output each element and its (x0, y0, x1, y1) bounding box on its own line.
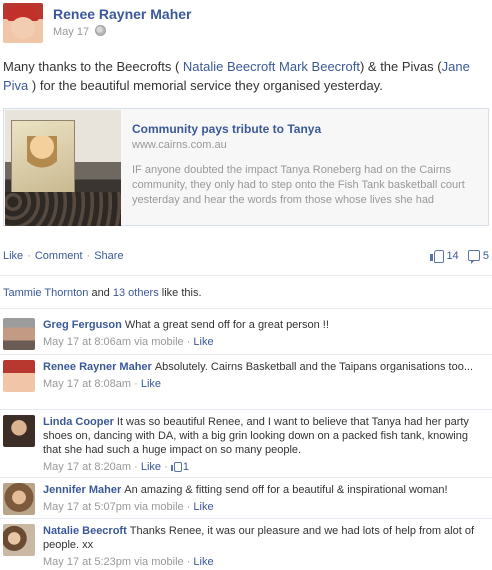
divider (0, 477, 492, 478)
comment-like-count[interactable]: 1 (170, 461, 189, 473)
comment-timestamp[interactable]: May 17 at 5:07pm via mobile (43, 501, 184, 513)
divider (0, 518, 492, 519)
comment-meta: May 17 at 5:23pm via mobile · Like (43, 556, 214, 568)
commenter-name-link[interactable]: Linda Cooper (43, 416, 114, 428)
share-button[interactable]: Share (94, 250, 123, 262)
comment-like-button[interactable]: Like (193, 501, 213, 513)
commenter-name-link[interactable]: Jennifer Maher (43, 484, 121, 496)
comment-timestamp[interactable]: May 17 at 8:20am (43, 461, 131, 473)
thumbs-up-icon (430, 249, 445, 263)
link-preview-domain: www.cairns.com.au (132, 139, 227, 151)
liker-name-link[interactable]: Tammie Thornton (3, 287, 88, 299)
divider (0, 409, 492, 410)
commenter-avatar[interactable] (3, 483, 35, 515)
commenter-name-link[interactable]: Natalie Beecroft (43, 525, 127, 537)
like-button[interactable]: Like (3, 250, 23, 262)
message-text-prefix: Many thanks to the Beecrofts ( (3, 59, 183, 74)
comment-like-button[interactable]: Like (141, 461, 161, 473)
comment-like-button[interactable]: Like (193, 556, 213, 568)
commenter-avatar[interactable] (3, 318, 35, 350)
comment-text: What a great send off for a great person… (124, 319, 329, 331)
story-message: Many thanks to the Beecrofts ( Natalie B… (3, 57, 483, 95)
link-preview-image[interactable] (5, 110, 121, 226)
comment-like-button[interactable]: Like (193, 336, 213, 348)
comment-like-button[interactable]: Like (141, 378, 161, 390)
comment-button[interactable]: Comment (35, 250, 83, 262)
author-name-link[interactable]: Renee Rayner Maher (53, 6, 192, 22)
likes-summary-and: and (88, 287, 113, 299)
story-counters: 14 5 (430, 249, 489, 264)
preview-image-crowd (5, 192, 121, 226)
comment-meta: May 17 at 8:20am · Like · 1 (43, 461, 189, 473)
preview-image-portrait (27, 136, 57, 172)
story-timestamp[interactable]: May 17 (53, 26, 89, 38)
message-text-mid: ) & the Pivas ( (359, 59, 442, 74)
comment-meta: May 17 at 8:08am · Like (43, 378, 162, 390)
link-preview-title[interactable]: Community pays tribute to Tanya (132, 122, 321, 136)
comment-text: Absolutely. Cairns Basketball and the Ta… (154, 361, 474, 373)
comment-meta: May 17 at 8:06am via mobile · Like (43, 336, 214, 348)
action-separator: · (27, 250, 31, 262)
story-card: Renee Rayner Maher May 17 Many thanks to… (0, 0, 492, 570)
globe-icon (95, 25, 107, 36)
divider (0, 354, 492, 355)
commenter-name-link[interactable]: Renee Rayner Maher (43, 361, 152, 373)
speech-bubble-icon (467, 250, 480, 264)
commenter-avatar[interactable] (3, 524, 35, 556)
thumbs-up-icon (170, 461, 182, 472)
story-actions: Like · Comment · Share (3, 250, 124, 262)
tag-mark-beecroft[interactable]: Mark Beecroft (279, 59, 360, 74)
likes-summary-suffix: like this. (158, 287, 202, 299)
comment-count-button[interactable]: 5 (467, 250, 489, 264)
comment-timestamp[interactable]: May 17 at 8:08am (43, 378, 131, 390)
comment-text: An amazing & fitting send off for a beau… (124, 484, 448, 496)
commenter-avatar[interactable] (3, 415, 35, 447)
comment-meta: May 17 at 5:07pm via mobile · Like (43, 501, 214, 513)
others-likers-link[interactable]: 13 others (113, 287, 159, 299)
link-preview-description: IF anyone doubted the impact Tanya Roneb… (132, 164, 465, 206)
like-count: 14 (446, 250, 459, 262)
comment-timestamp[interactable]: May 17 at 5:23pm via mobile (43, 556, 184, 568)
link-preview[interactable]: Community pays tribute to Tanya www.cair… (3, 108, 489, 226)
comment-timestamp[interactable]: May 17 at 8:06am via mobile (43, 336, 184, 348)
avatar-face-shape (11, 17, 35, 39)
comment-count: 5 (482, 250, 489, 262)
message-text-suffix: ) for the beautiful memorial service the… (28, 78, 383, 93)
story-header: Renee Rayner Maher May 17 (3, 3, 483, 43)
divider (0, 308, 492, 309)
likes-summary: Tammie Thornton and 13 others like this. (3, 287, 202, 299)
comment-body: Renee Rayner Maher Absolutely. Cairns Bas… (43, 360, 483, 391)
commenter-avatar[interactable] (3, 360, 35, 392)
like-count-button[interactable]: 14 (430, 249, 461, 263)
comment-like-count-value: 1 (182, 461, 189, 473)
comment-body: Linda Cooper It was so beautiful Renee, a… (43, 415, 483, 474)
author-avatar[interactable] (3, 3, 43, 43)
divider (0, 275, 492, 276)
commenter-name-link[interactable]: Greg Ferguson (43, 319, 122, 331)
action-separator: · (86, 250, 91, 262)
comment-body: Natalie Beecroft Thanks Renee, it was our… (43, 524, 483, 569)
story-meta: May 17 (53, 25, 107, 38)
tag-natalie-beecroft[interactable]: Natalie Beecroft (183, 59, 276, 74)
comment-body: Jennifer Maher An amazing & fitting send … (43, 483, 483, 514)
comment-body: Greg Ferguson What a great send off for a… (43, 318, 483, 349)
